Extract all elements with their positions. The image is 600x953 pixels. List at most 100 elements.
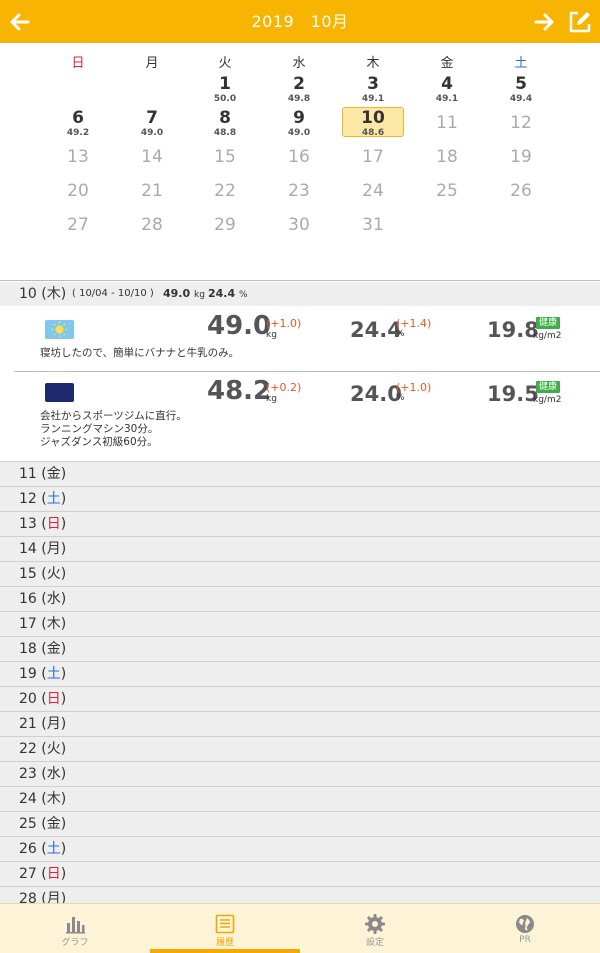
- bmi-badge: 健康: [536, 317, 561, 329]
- day-row[interactable]: 21 (月): [0, 711, 600, 736]
- calendar-day[interactable]: 1 50.0: [194, 74, 256, 104]
- calendar-day[interactable]: 27: [47, 210, 109, 240]
- calendar-day[interactable]: 17: [342, 142, 404, 172]
- day-row-date: 17: [19, 616, 37, 632]
- calendar-day-today[interactable]: 10 48.6: [342, 107, 404, 138]
- calendar-day[interactable]: 2 49.8: [268, 74, 330, 104]
- day-number: 12: [510, 113, 532, 133]
- day-list: 11 (金) 12 (土) 13 (日) 14 (月) 15 (火) 16 (水) 17 (…: [0, 461, 600, 911]
- tab-pr[interactable]: PR: [450, 904, 600, 953]
- calendar-day[interactable]: 28: [121, 210, 183, 240]
- day-number: 10: [361, 108, 385, 128]
- calendar-day[interactable]: 14: [121, 142, 183, 172]
- calendar-day[interactable]: 3 49.1: [342, 74, 404, 104]
- calendar-day[interactable]: 15: [194, 142, 256, 172]
- day-row[interactable]: 24 (木): [0, 786, 600, 811]
- day-weight: 49.1: [435, 94, 459, 104]
- edit-button[interactable]: [566, 8, 594, 36]
- bmi-value: 19.5: [487, 382, 539, 406]
- calendar-day[interactable]: 22: [194, 176, 256, 206]
- calendar-day[interactable]: 30: [268, 210, 330, 240]
- day-row[interactable]: 27 (日): [0, 861, 600, 886]
- day-row[interactable]: 26 (土): [0, 836, 600, 861]
- entry-note: 会社からスポーツジムに直行。 ランニングマシン30分。 ジャズダンス初級60分。: [40, 410, 187, 448]
- day-weight: 49.8: [287, 94, 311, 104]
- day-row-date: 21: [19, 716, 37, 732]
- weekday-label: 金: [440, 56, 454, 71]
- day-row[interactable]: 22 (火): [0, 736, 600, 761]
- day-row-weekday: 火: [46, 566, 61, 582]
- calendar-day[interactable]: 31: [342, 210, 404, 240]
- calendar-day[interactable]: 23: [268, 176, 330, 206]
- day-row-weekday: 水: [46, 766, 61, 782]
- weight-unit: kg: [266, 330, 277, 340]
- tab-label: PR: [519, 935, 531, 945]
- tab-graph[interactable]: グラフ: [0, 904, 150, 953]
- calendar-day[interactable]: 25: [416, 176, 478, 206]
- weekday-label: 木: [366, 56, 380, 71]
- day-row-date: 18: [19, 641, 37, 657]
- summary-day: 10 (木): [19, 286, 67, 302]
- day-row-date: 15: [19, 566, 37, 582]
- calendar-day[interactable]: 18: [416, 142, 478, 172]
- day-row[interactable]: 23 (水): [0, 761, 600, 786]
- day-number: 25: [436, 181, 458, 201]
- summary-avg-fat: 24.4 %: [208, 287, 248, 300]
- calendar-day[interactable]: 16: [268, 142, 330, 172]
- day-row[interactable]: 12 (土): [0, 486, 600, 511]
- day-row-weekday: 火: [46, 741, 61, 757]
- calendar-day[interactable]: 24: [342, 176, 404, 206]
- day-row[interactable]: 18 (金): [0, 636, 600, 661]
- next-month-button[interactable]: [530, 8, 558, 36]
- gear-icon: [365, 914, 385, 934]
- calendar-day[interactable]: 5 49.4: [490, 74, 552, 104]
- day-number: 2: [293, 74, 305, 94]
- entry-evening[interactable]: 48.2 (+0.2) kg 24.0 (+1.0) % 19.5 健康 kg/…: [0, 372, 600, 461]
- calendar-day[interactable]: 6 49.2: [47, 108, 109, 138]
- weight-value: 49.0: [207, 311, 272, 341]
- day-row[interactable]: 17 (木): [0, 611, 600, 636]
- calendar-day[interactable]: 20: [47, 176, 109, 206]
- calendar-day[interactable]: 11: [416, 108, 478, 138]
- calendar-day[interactable]: 13: [47, 142, 109, 172]
- day-number: 20: [67, 181, 89, 201]
- weekday-label: 日: [71, 56, 85, 71]
- day-number: 1: [219, 74, 231, 94]
- calendar-day[interactable]: 21: [121, 176, 183, 206]
- calendar-day[interactable]: 9 49.0: [268, 108, 330, 138]
- calendar-day[interactable]: 8 48.8: [194, 108, 256, 138]
- day-row[interactable]: 16 (水): [0, 586, 600, 611]
- tab-settings[interactable]: 設定: [300, 904, 450, 953]
- day-row[interactable]: 20 (日): [0, 686, 600, 711]
- calendar-day[interactable]: 19: [490, 142, 552, 172]
- week-summary[interactable]: 10 (木) ( 10/04 - 10/10 ) 49.0 kg 24.4 %: [0, 282, 600, 306]
- calendar-day[interactable]: 29: [194, 210, 256, 240]
- day-row[interactable]: 19 (土): [0, 661, 600, 686]
- day-row-date: 19: [19, 666, 37, 682]
- day-weight: 49.2: [66, 128, 90, 138]
- day-row[interactable]: 11 (金): [0, 461, 600, 486]
- fat-value: 24.0: [350, 382, 402, 406]
- calendar-day[interactable]: 4 49.1: [416, 74, 478, 104]
- entry-morning[interactable]: 49.0 (+1.0) kg 24.4 (+1.4) % 19.8 健康 kg/…: [0, 307, 600, 371]
- day-row[interactable]: 25 (金): [0, 811, 600, 836]
- day-number: 17: [362, 147, 384, 167]
- weight-delta: (+0.2): [266, 381, 302, 394]
- sun-icon: [45, 320, 74, 339]
- day-row-weekday: 土: [46, 491, 61, 507]
- app-header: 2019 10月: [0, 0, 600, 43]
- day-row-weekday: 金: [46, 466, 61, 482]
- day-row[interactable]: 15 (火): [0, 561, 600, 586]
- moon-icon: [45, 383, 74, 402]
- bmi-value: 19.8: [487, 318, 539, 342]
- weekday-label: 水: [292, 56, 306, 71]
- tab-history[interactable]: 履歴: [150, 904, 300, 953]
- calendar-day[interactable]: 7 49.0: [121, 108, 183, 138]
- day-number: 3: [367, 74, 379, 94]
- day-row[interactable]: 14 (月): [0, 536, 600, 561]
- day-row-date: 14: [19, 541, 37, 557]
- calendar-day[interactable]: 26: [490, 176, 552, 206]
- day-row[interactable]: 13 (日): [0, 511, 600, 536]
- day-weight: 48.6: [361, 128, 385, 138]
- calendar-day[interactable]: 12: [490, 108, 552, 138]
